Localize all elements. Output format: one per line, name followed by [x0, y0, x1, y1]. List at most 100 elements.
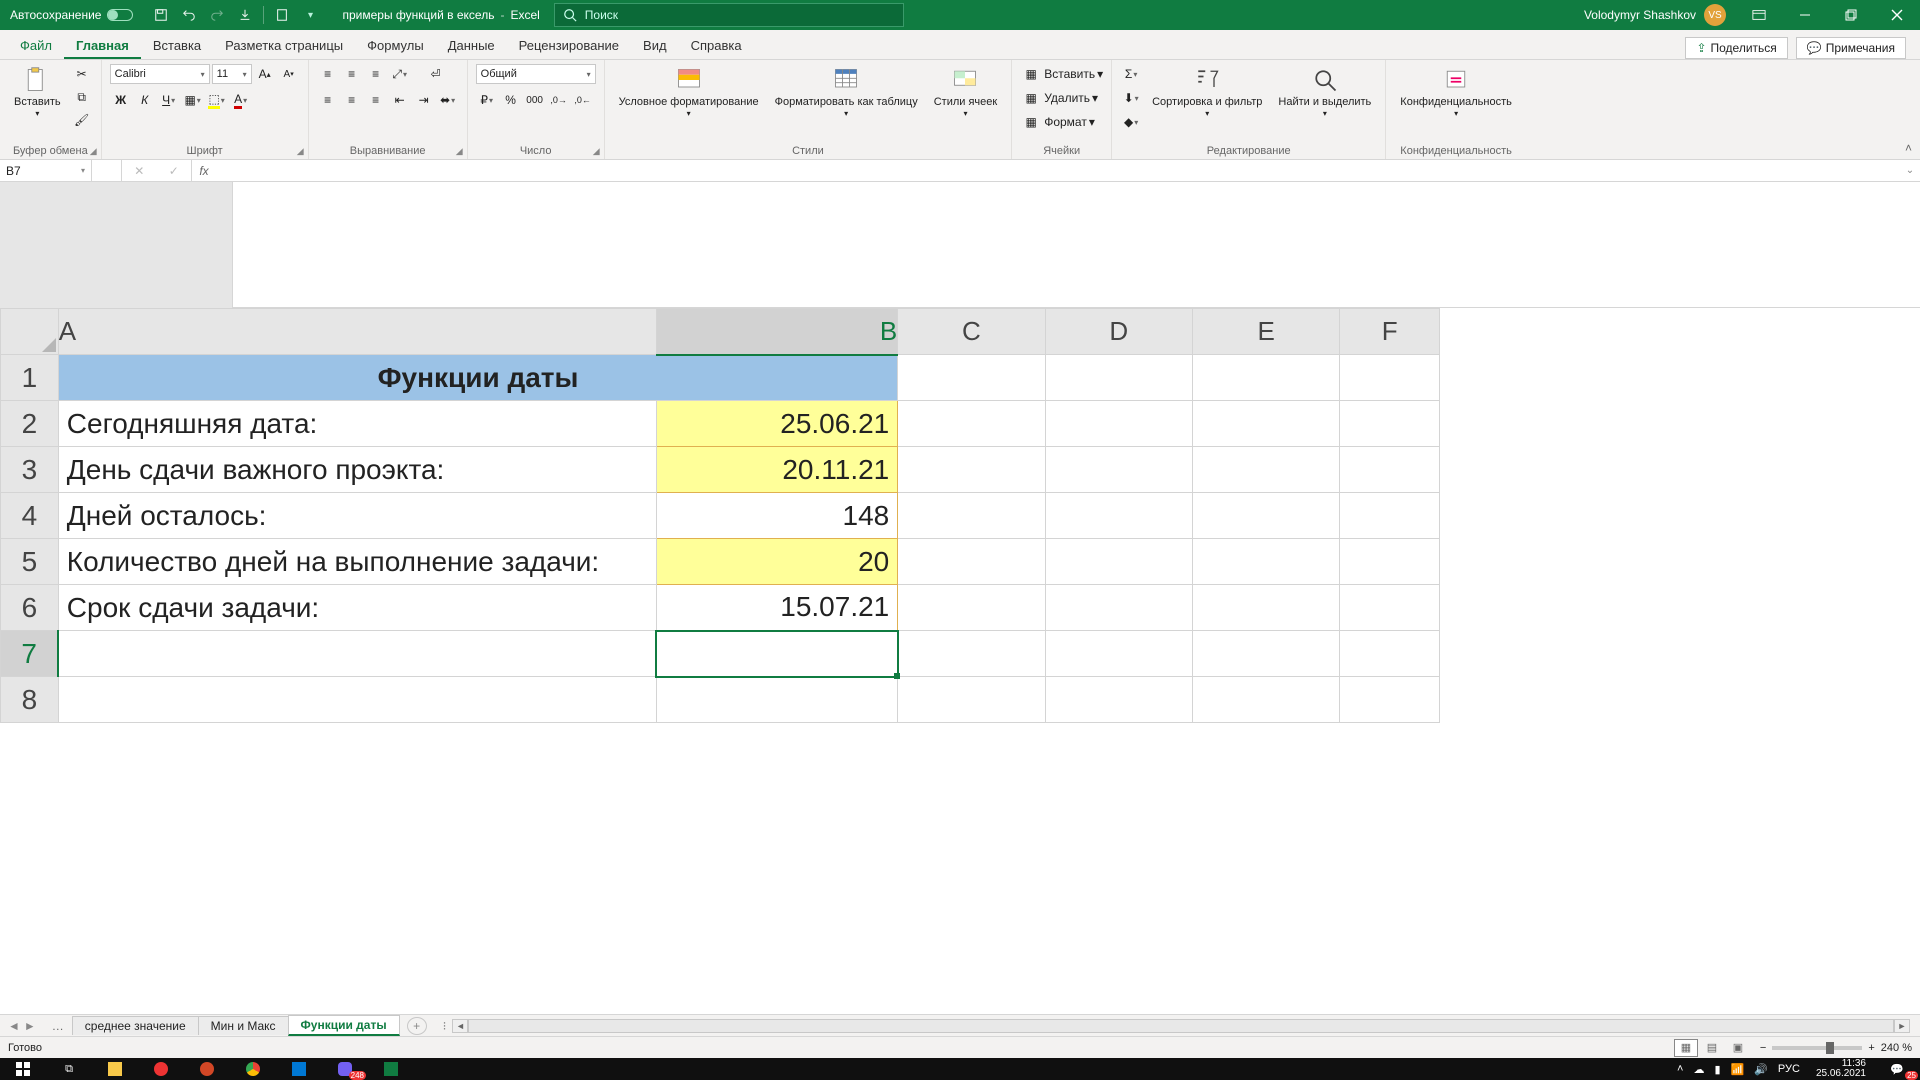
powerpoint-icon[interactable] — [184, 1058, 230, 1080]
cell-A6[interactable]: Срок сдачи задачи: — [58, 585, 656, 631]
align-top-icon[interactable]: ≡ — [317, 64, 339, 84]
cell-D4[interactable] — [1045, 493, 1192, 539]
merge-center-icon[interactable]: ⬌▾ — [437, 90, 459, 110]
row-head-6[interactable]: 6 — [1, 585, 59, 631]
number-format-combo[interactable]: Общий▾ — [476, 64, 596, 84]
cell-A5[interactable]: Количество дней на выполнение задачи: — [58, 539, 656, 585]
increase-indent-icon[interactable]: ⇥ — [413, 90, 435, 110]
notifications-icon[interactable]: 💬25 — [1874, 1058, 1920, 1080]
file-explorer-icon[interactable] — [92, 1058, 138, 1080]
insert-cells-button[interactable]: ▦Вставить▾ — [1020, 64, 1103, 84]
tab-help[interactable]: Справка — [679, 32, 754, 59]
start-button[interactable] — [0, 1058, 46, 1080]
sheet-tab-overflow[interactable]: … — [44, 1019, 72, 1033]
autosum-icon[interactable]: Σ▾ — [1120, 64, 1142, 84]
orientation-icon[interactable]: ⤢▾ — [389, 64, 411, 84]
cell-F1[interactable] — [1340, 355, 1440, 401]
cell-B7[interactable] — [656, 631, 897, 677]
cell-E1[interactable] — [1193, 355, 1340, 401]
page-break-view-icon[interactable]: ▣ — [1726, 1039, 1750, 1057]
touch-mode-icon[interactable] — [233, 3, 257, 27]
tray-battery-icon[interactable]: ▮ — [1714, 1063, 1720, 1076]
cell-D6[interactable] — [1045, 585, 1192, 631]
cell-B8[interactable] — [656, 677, 897, 723]
col-head-C[interactable]: C — [898, 309, 1045, 355]
autosave-switch-icon[interactable] — [107, 9, 133, 21]
name-box[interactable]: B7▾ — [0, 160, 92, 181]
cell-F5[interactable] — [1340, 539, 1440, 585]
copy-icon[interactable]: ⧉ — [71, 87, 93, 107]
cell-F4[interactable] — [1340, 493, 1440, 539]
opera-icon[interactable] — [138, 1058, 184, 1080]
zoom-level[interactable]: 240 % — [1881, 1042, 1912, 1054]
zoom-out-icon[interactable]: − — [1760, 1042, 1766, 1054]
qat-customize-icon[interactable]: ▾ — [298, 3, 322, 27]
cell-B6[interactable]: 15.07.21 — [656, 585, 897, 631]
row-head-2[interactable]: 2 — [1, 401, 59, 447]
row-head-3[interactable]: 3 — [1, 447, 59, 493]
minimize-button[interactable] — [1782, 0, 1828, 30]
cell-A8[interactable] — [58, 677, 656, 723]
cell-E7[interactable] — [1193, 631, 1340, 677]
font-color-icon[interactable]: A▾ — [230, 90, 252, 110]
zoom-in-icon[interactable]: + — [1868, 1042, 1874, 1054]
close-button[interactable] — [1874, 0, 1920, 30]
tab-file[interactable]: Файл — [8, 32, 64, 59]
cell-D8[interactable] — [1045, 677, 1192, 723]
clipboard-launcher-icon[interactable]: ◢ — [90, 146, 97, 157]
comments-button[interactable]: 💬Примечания — [1796, 37, 1906, 59]
col-head-F[interactable]: F — [1340, 309, 1440, 355]
tab-nav-prev-icon[interactable]: ◄ — [8, 1019, 20, 1033]
cell-A2[interactable]: Сегодняшняя дата: — [58, 401, 656, 447]
ribbon-display-options-icon[interactable] — [1736, 0, 1782, 30]
normal-view-icon[interactable]: ▦ — [1674, 1039, 1698, 1057]
cell-D3[interactable] — [1045, 447, 1192, 493]
font-size-combo[interactable]: 11▾ — [212, 64, 252, 84]
cut-icon[interactable]: ✂ — [71, 64, 93, 84]
share-button[interactable]: ⇪Поделиться — [1685, 37, 1787, 59]
tray-volume-icon[interactable]: 🔊 — [1754, 1063, 1768, 1076]
hscroll-right-icon[interactable]: ► — [1894, 1019, 1910, 1033]
paste-button[interactable]: Вставить▾ — [8, 64, 67, 121]
expand-formula-bar-icon[interactable]: ⌄ — [1900, 160, 1920, 181]
delete-cells-button[interactable]: ▦Удалить▾ — [1020, 88, 1103, 108]
increase-decimal-icon[interactable]: ,0→ — [548, 90, 570, 110]
sheet-tab-1[interactable]: среднее значение — [72, 1016, 199, 1035]
cell-C6[interactable] — [898, 585, 1045, 631]
italic-button[interactable]: К — [134, 90, 156, 110]
tab-home[interactable]: Главная — [64, 32, 141, 59]
tray-wifi-icon[interactable]: 📶 — [1731, 1063, 1745, 1076]
cell-E2[interactable] — [1193, 401, 1340, 447]
formula-input[interactable] — [216, 160, 1900, 181]
page-layout-view-icon[interactable]: ▤ — [1700, 1039, 1724, 1057]
accounting-format-icon[interactable]: ₽▾ — [476, 90, 498, 110]
cell-B3[interactable]: 20.11.21 — [656, 447, 897, 493]
cell-E8[interactable] — [1193, 677, 1340, 723]
tray-language[interactable]: РУС — [1778, 1063, 1800, 1075]
search-box[interactable]: Поиск — [554, 3, 904, 27]
tray-chevron-icon[interactable]: ˄ — [1677, 1063, 1683, 1075]
cell-styles-button[interactable]: Стили ячеек▾ — [928, 64, 1003, 121]
font-name-combo[interactable]: Calibri▾ — [110, 64, 210, 84]
horizontal-scrollbar[interactable]: ⁝ ◄ ► — [437, 1019, 1910, 1033]
sheet-tab-3[interactable]: Функции даты — [288, 1015, 400, 1036]
task-view-icon[interactable]: ⧉ — [46, 1058, 92, 1080]
row-head-8[interactable]: 8 — [1, 677, 59, 723]
row-head-1[interactable]: 1 — [1, 355, 59, 401]
zoom-slider[interactable] — [1772, 1046, 1862, 1050]
cell-E5[interactable] — [1193, 539, 1340, 585]
cell-F2[interactable] — [1340, 401, 1440, 447]
fill-color-icon[interactable]: ⬚▾ — [206, 90, 228, 110]
add-sheet-button[interactable]: + — [407, 1017, 427, 1035]
cell-D2[interactable] — [1045, 401, 1192, 447]
undo-icon[interactable] — [177, 3, 201, 27]
hscroll-left-icon[interactable]: ◄ — [452, 1019, 468, 1033]
cell-E6[interactable] — [1193, 585, 1340, 631]
cell-F3[interactable] — [1340, 447, 1440, 493]
cell-A7[interactable] — [58, 631, 656, 677]
tray-onedrive-icon[interactable]: ☁ — [1693, 1063, 1704, 1076]
align-center-icon[interactable]: ≡ — [341, 90, 363, 110]
worksheet[interactable]: A B C D E F 1 Функции даты 2 Сегодняшняя… — [0, 308, 1920, 723]
cell-C8[interactable] — [898, 677, 1045, 723]
sheet-tab-2[interactable]: Мин и Макс — [198, 1016, 289, 1035]
